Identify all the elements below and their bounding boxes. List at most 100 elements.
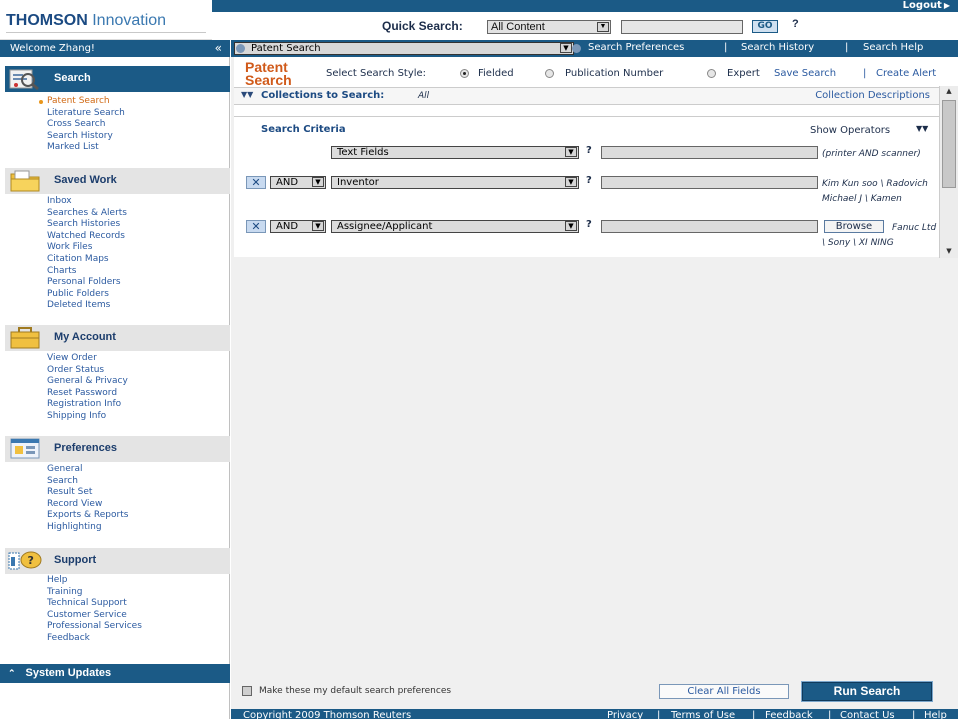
quick-search-scope-select[interactable]: All Content ▼ <box>487 20 611 34</box>
footer-link-privacy[interactable]: Privacy <box>607 709 643 719</box>
criteria-scrollbar[interactable]: ▲ ▼ <box>939 86 958 258</box>
show-operators-link[interactable]: Show Operators <box>810 125 890 136</box>
sidebar-item-reset-password[interactable]: Reset Password <box>47 388 128 400</box>
quick-search-help-icon[interactable]: ? <box>792 18 799 30</box>
style-radio-expert[interactable] <box>707 69 716 78</box>
quick-search-go-button[interactable]: GO <box>752 20 778 33</box>
operator-select-value: AND <box>276 221 299 232</box>
operator-select-row3[interactable]: AND ▼ <box>270 220 326 233</box>
footer-link-contact[interactable]: Contact Us <box>840 709 895 719</box>
sidebar-item-highlighting[interactable]: Highlighting <box>47 522 128 534</box>
sidebar-item-inbox[interactable]: Inbox <box>47 196 127 208</box>
collections-label: Collections to Search: <box>261 90 385 101</box>
thomson-innovation-logo[interactable]: THOMSON Innovation <box>6 12 166 30</box>
sidebar-section-preferences[interactable]: Preferences <box>5 436 230 462</box>
sidebar-item-view-order[interactable]: View Order <box>47 353 128 365</box>
quick-search-input[interactable] <box>621 20 743 34</box>
collections-value: All <box>418 91 430 101</box>
expand-chevron-icon[interactable]: ▼▼ <box>916 124 928 133</box>
collection-descriptions-link[interactable]: Collection Descriptions <box>815 90 930 101</box>
remove-row-button[interactable]: ✕ <box>246 176 266 189</box>
sidebar-item-feedback[interactable]: Feedback <box>47 633 142 645</box>
footer-link-help[interactable]: Help <box>924 709 947 719</box>
operator-select-row2[interactable]: AND ▼ <box>270 176 326 189</box>
collections-bar[interactable]: ▼▼ Collections to Search: All Collection… <box>234 87 942 105</box>
style-label-expert: Expert <box>727 68 760 79</box>
sidebar-item-order-status[interactable]: Order Status <box>47 365 128 377</box>
sidebar-item-patent-search[interactable]: Patent Search <box>39 96 125 108</box>
collapse-sidebar-icon[interactable]: « <box>215 40 222 56</box>
sidebar-item-registration-info[interactable]: Registration Info <box>47 399 128 411</box>
sidebar-item-record-view[interactable]: Record View <box>47 499 128 511</box>
my-account-nav-list: View Order Order Status General & Privac… <box>47 353 128 423</box>
expand-chevron-icon[interactable]: ▼▼ <box>241 90 253 99</box>
sidebar-item-technical-support[interactable]: Technical Support <box>47 598 142 610</box>
search-field-input-row2[interactable] <box>601 176 818 189</box>
field-example-hint: Fanuc Ltd \ Sony \ XI NING <box>822 223 937 248</box>
create-alert-link[interactable]: Create Alert <box>876 68 936 79</box>
sidebar-item-work-files[interactable]: Work Files <box>47 242 127 254</box>
search-history-link[interactable]: Search History <box>741 40 814 57</box>
sidebar-item-marked-list[interactable]: Marked List <box>47 142 125 154</box>
sidebar-item-training[interactable]: Training <box>47 587 142 599</box>
sidebar-item-citation-maps[interactable]: Citation Maps <box>47 254 127 266</box>
sidebar-item-result-set[interactable]: Result Set <box>47 487 128 499</box>
sidebar-item-general[interactable]: General <box>47 464 128 476</box>
operator-select-value: AND <box>276 177 299 188</box>
search-preferences-link[interactable]: Search Preferences <box>588 40 684 57</box>
run-search-button[interactable]: Run Search <box>801 681 933 702</box>
sidebar-item-charts[interactable]: Charts <box>47 266 127 278</box>
logout-link[interactable]: Logout ▶ <box>903 0 950 12</box>
sidebar-section-saved-work[interactable]: Saved Work <box>5 168 230 194</box>
default-preferences-label: Make these my default search preferences <box>259 686 452 696</box>
search-type-select[interactable]: Patent Search ▼ <box>234 42 581 55</box>
footer-link-feedback[interactable]: Feedback <box>765 709 813 719</box>
field-help-icon[interactable]: ? <box>586 175 592 186</box>
field-select-row1[interactable]: Text Fields ▼ <box>331 146 579 159</box>
sidebar-item-searches-alerts[interactable]: Searches & Alerts <box>47 208 127 220</box>
sidebar-item-cross-search[interactable]: Cross Search <box>47 119 125 131</box>
chevron-right-icon: ▶ <box>943 1 950 10</box>
sidebar-item-search-prefs[interactable]: Search <box>47 476 128 488</box>
sidebar-item-public-folders[interactable]: Public Folders <box>47 289 127 301</box>
sidebar-item-search-histories[interactable]: Search Histories <box>47 219 127 231</box>
search-help-link[interactable]: Search Help <box>863 40 923 57</box>
field-example-hint: (printer AND scanner) <box>822 149 921 159</box>
sidebar-section-search[interactable]: Search <box>5 66 230 92</box>
scrollbar-thumb[interactable] <box>942 100 956 188</box>
sidebar-item-customer-service[interactable]: Customer Service <box>47 610 142 622</box>
sidebar-section-my-account[interactable]: My Account <box>5 325 230 351</box>
field-help-icon[interactable]: ? <box>586 219 592 230</box>
style-radio-fielded[interactable] <box>460 69 469 78</box>
footer-link-terms[interactable]: Terms of Use <box>671 709 735 719</box>
system-updates-bar[interactable]: ⌃ System Updates <box>0 664 230 683</box>
quick-search-scope-value: All Content <box>491 21 545 33</box>
search-field-input-row3[interactable] <box>601 220 818 233</box>
sidebar-item-literature-search[interactable]: Literature Search <box>47 108 125 120</box>
sidebar-section-support[interactable]: ? Support <box>5 548 230 574</box>
sidebar-item-personal-folders[interactable]: Personal Folders <box>47 277 127 289</box>
dropdown-arrow-icon: ▼ <box>565 221 577 231</box>
sidebar-item-exports-reports[interactable]: Exports & Reports <box>47 510 128 522</box>
remove-row-button[interactable]: ✕ <box>246 220 266 233</box>
section-title: My Account <box>54 331 116 343</box>
sidebar-item-help[interactable]: Help <box>47 575 142 587</box>
sidebar-item-search-history[interactable]: Search History <box>47 131 125 143</box>
sidebar-item-professional-services[interactable]: Professional Services <box>47 621 142 633</box>
clear-all-fields-button[interactable]: Clear All Fields <box>659 684 789 699</box>
field-help-icon[interactable]: ? <box>586 145 592 156</box>
scroll-down-icon[interactable]: ▼ <box>943 247 955 257</box>
scroll-up-icon[interactable]: ▲ <box>943 87 955 97</box>
sidebar-item-deleted-items[interactable]: Deleted Items <box>47 300 127 312</box>
field-select-row2[interactable]: Inventor ▼ <box>331 176 579 189</box>
save-search-link[interactable]: Save Search <box>774 68 836 79</box>
copyright-text: Copyright 2009 Thomson Reuters <box>243 710 412 719</box>
style-radio-publication-number[interactable] <box>545 69 554 78</box>
search-magnifier-icon <box>9 69 39 91</box>
sidebar-item-shipping-info[interactable]: Shipping Info <box>47 411 128 423</box>
search-field-input-row1[interactable] <box>601 146 818 159</box>
sidebar-item-general-privacy[interactable]: General & Privacy <box>47 376 128 388</box>
field-select-row3[interactable]: Assignee/Applicant ▼ <box>331 220 579 233</box>
default-preferences-checkbox[interactable] <box>242 686 252 696</box>
sidebar-item-watched-records[interactable]: Watched Records <box>47 231 127 243</box>
